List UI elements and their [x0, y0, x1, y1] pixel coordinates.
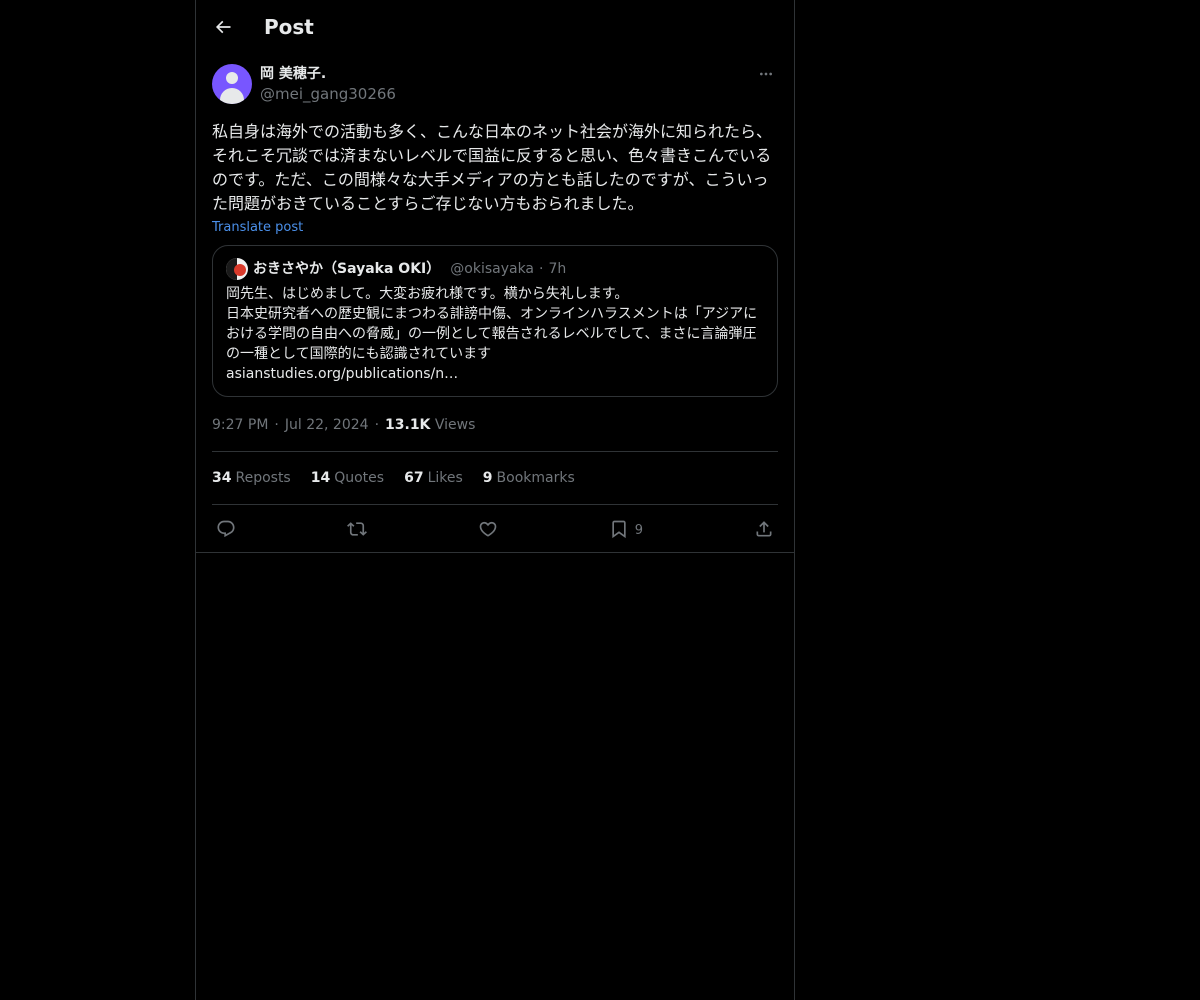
divider: [196, 552, 794, 553]
stat-likes[interactable]: 67 Likes: [404, 470, 463, 486]
back-button[interactable]: [206, 10, 240, 44]
quote-display-name: おきさやか（Sayaka OKI）: [253, 261, 441, 277]
page-title: Post: [264, 15, 314, 39]
meta-separator: ·: [374, 417, 380, 433]
repost-icon: [346, 521, 367, 536]
quote-separator: ·: [539, 261, 544, 277]
like-button[interactable]: [478, 519, 498, 539]
header: Post: [196, 0, 794, 54]
like-icon: [479, 521, 497, 537]
quote-avatar: [226, 258, 248, 280]
author-display-name[interactable]: 岡 美穂子.: [260, 64, 396, 84]
stat-quotes[interactable]: 14 Quotes: [311, 470, 384, 486]
post-date[interactable]: Jul 22, 2024: [285, 417, 369, 433]
quoted-post[interactable]: おきさやか（Sayaka OKI） @okisayaka · 7h 岡先生、はじ…: [212, 245, 778, 397]
bookmark-button[interactable]: 9: [609, 519, 643, 539]
stat-number: 14: [310, 470, 331, 486]
share-button[interactable]: [754, 519, 774, 539]
stat-label: Likes: [427, 470, 463, 486]
stat-label: Reposts: [235, 470, 291, 486]
quote-time: 7h: [548, 261, 567, 277]
stat-label: Bookmarks: [496, 470, 575, 486]
stat-number: 67: [404, 470, 424, 486]
views-count: 13.1K: [385, 417, 431, 433]
author-names: 岡 美穂子. @mei_gang30266: [260, 64, 396, 104]
views-label: Views: [434, 417, 476, 433]
post-stats: 34 Reposts 14 Quotes 67 Likes 9 Bookmarks: [212, 452, 778, 504]
bookmark-count: 9: [634, 522, 644, 538]
post-text: 私自身は海外での活動も多く、こんな日本のネット社会が海外に知られたら、それこそ冗…: [212, 122, 773, 213]
stat-number: 9: [482, 470, 493, 486]
post: 岡 美穂子. @mei_gang30266 私自身は海外での活動も多く、こんな日…: [196, 54, 794, 553]
quote-text: 岡先生、はじめまして。大変お疲れ様です。横から失礼します。 日本史研究者への歴史…: [226, 286, 758, 382]
repost-button[interactable]: [346, 519, 367, 539]
avatar[interactable]: [212, 64, 252, 104]
post-time[interactable]: 9:27 PM: [212, 417, 268, 433]
stat-reposts[interactable]: 34 Reposts: [212, 470, 291, 486]
stat-label: Quotes: [334, 470, 385, 486]
post-meta: 9:27 PM · Jul 22, 2024 · 13.1K Views: [212, 415, 778, 435]
reply-button[interactable]: [216, 519, 236, 539]
author-handle[interactable]: @mei_gang30266: [260, 84, 396, 104]
quote-header: おきさやか（Sayaka OKI） @okisayaka · 7h: [226, 258, 764, 280]
share-icon: [756, 520, 772, 536]
more-button[interactable]: [754, 62, 778, 86]
translate-post-link[interactable]: Translate post: [212, 220, 303, 235]
meta-separator: ·: [274, 417, 279, 433]
author-row: 岡 美穂子. @mei_gang30266: [212, 64, 778, 104]
reply-icon: [217, 520, 235, 537]
stat-bookmarks[interactable]: 9 Bookmarks: [483, 470, 575, 486]
post-column: Post 岡 美穂子. @mei_gang30266 私自身は海外での活動も多く…: [195, 0, 795, 1000]
quote-handle: @okisayaka: [450, 261, 535, 277]
more-icon: [760, 72, 772, 76]
arrow-left-icon: [215, 20, 231, 34]
bookmark-icon: [612, 520, 626, 538]
stat-number: 34: [212, 470, 232, 486]
action-bar: 9: [212, 505, 778, 552]
